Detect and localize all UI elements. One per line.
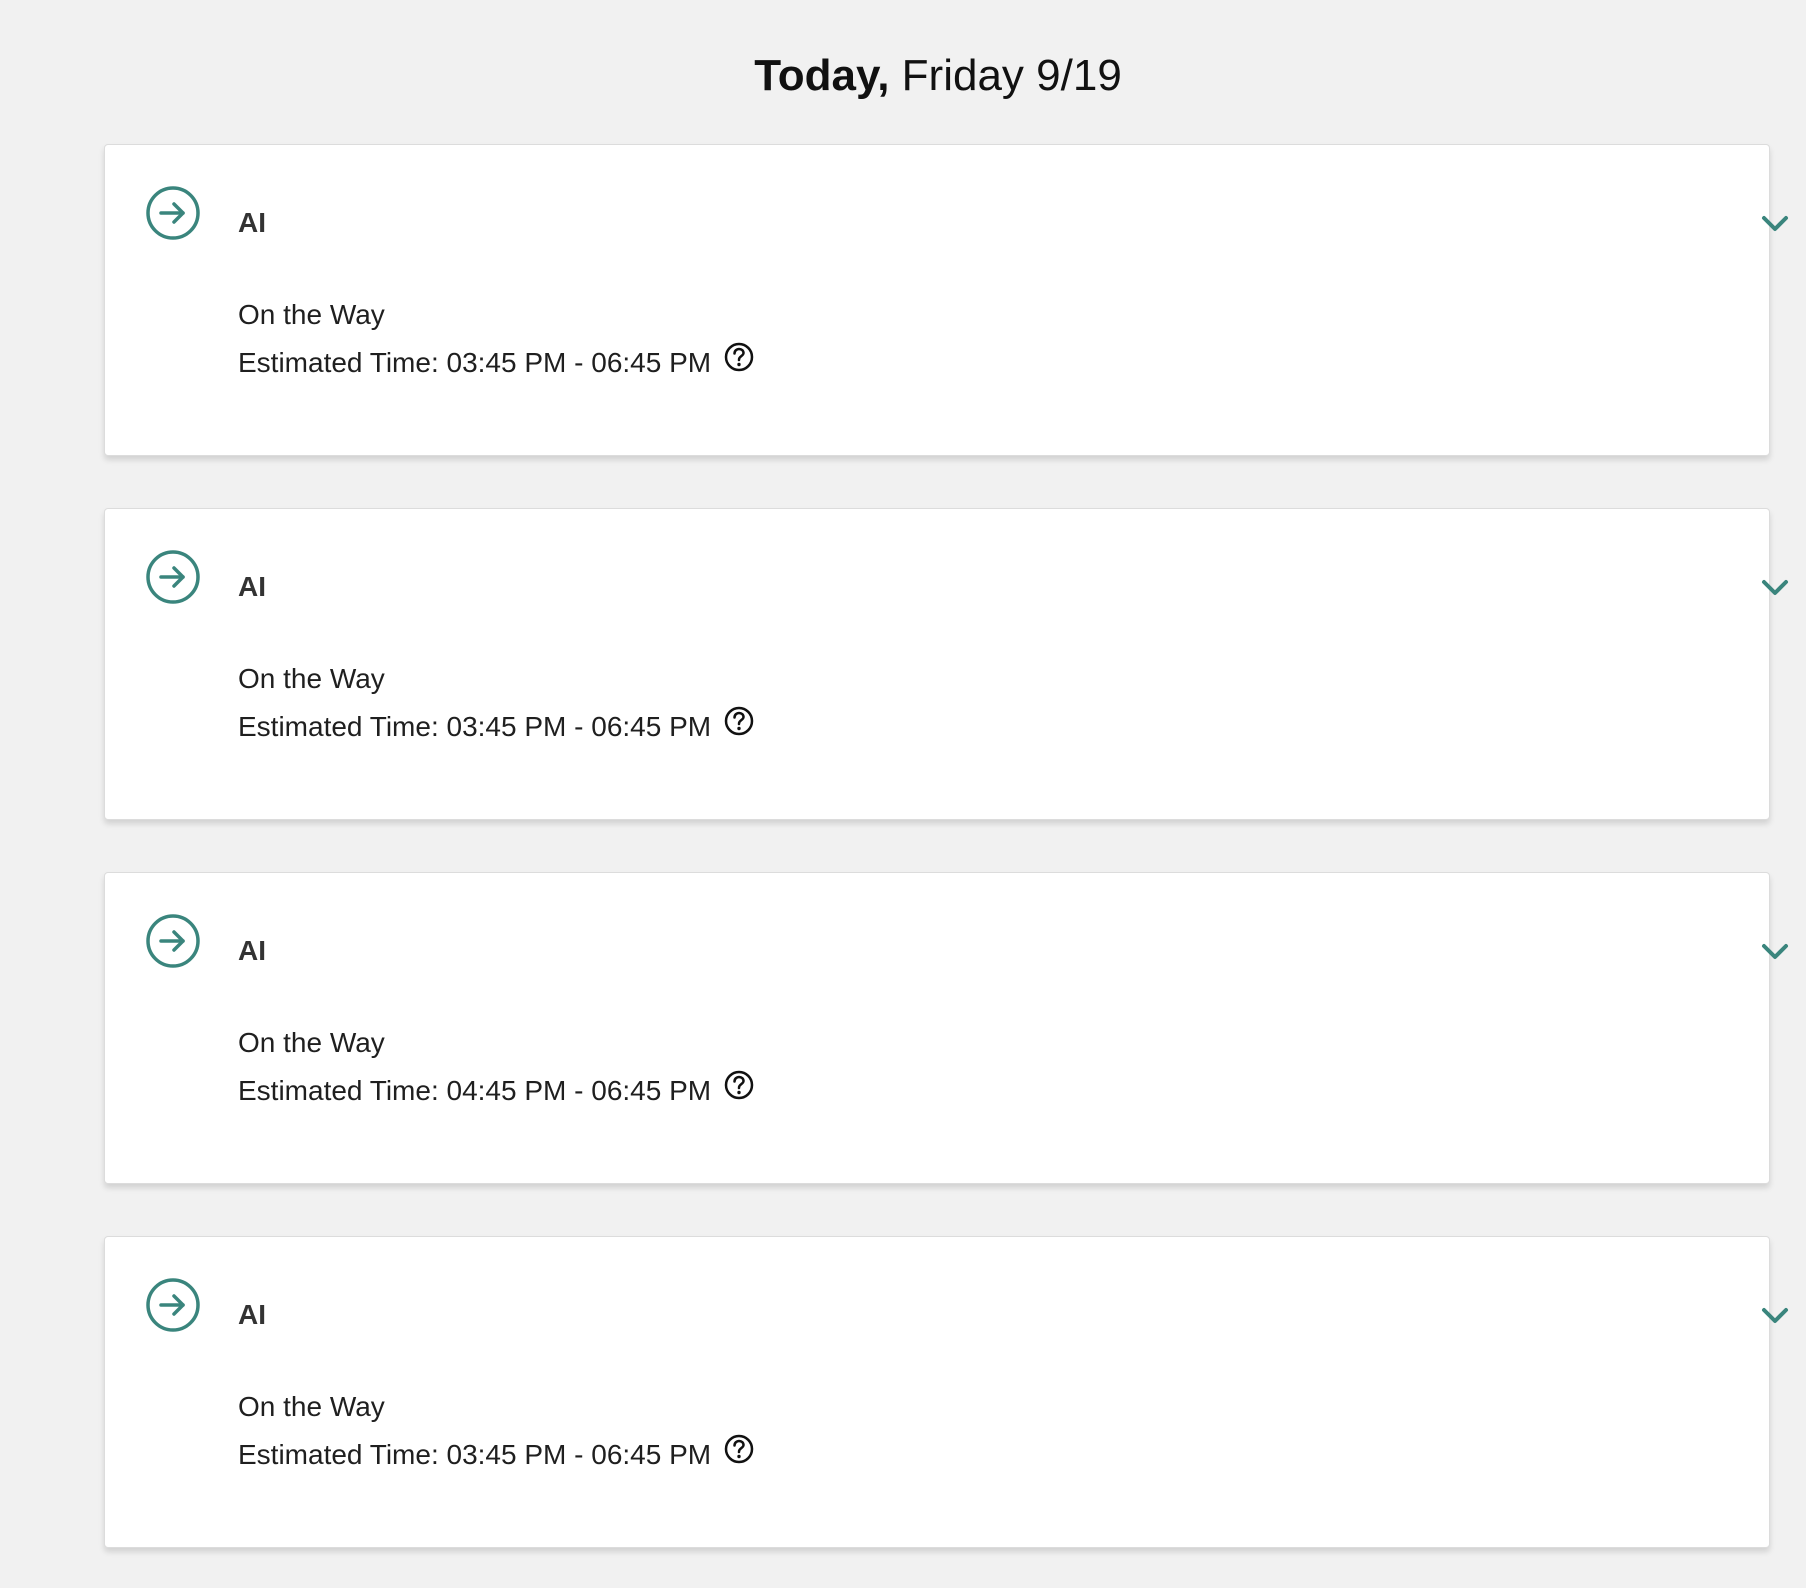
estimated-time: Estimated Time: 03:45 PM - 06:45 PM	[238, 1439, 712, 1470]
card-title: AI	[238, 207, 266, 238]
delivery-card[interactable]: AI On the Way Estimated Time: 03:45 PM -…	[104, 508, 1788, 820]
estimated-time: Estimated Time: 04:45 PM - 06:45 PM	[238, 1075, 712, 1106]
estimated-time-row: Estimated Time: 04:45 PM - 06:45 PM	[238, 1070, 755, 1109]
question-circle-icon[interactable]	[723, 341, 755, 373]
expand-chevron-down-icon[interactable]	[1757, 569, 1793, 605]
delivery-status: On the Way	[238, 1391, 385, 1422]
estimated-time-row: Estimated Time: 03:45 PM - 06:45 PM	[238, 342, 755, 381]
today-label: Today,	[754, 51, 890, 100]
card-title: AI	[238, 571, 266, 602]
expand-chevron-down-icon[interactable]	[1757, 933, 1793, 969]
delivery-status: On the Way	[238, 663, 385, 694]
expand-chevron-down-icon[interactable]	[1757, 1297, 1793, 1333]
arrow-right-circle-icon	[146, 914, 200, 968]
page-title: Today, Friday 9/19	[0, 46, 1806, 106]
date-label: Friday 9/19	[889, 51, 1122, 100]
question-circle-icon[interactable]	[723, 1433, 755, 1465]
question-circle-icon[interactable]	[723, 705, 755, 737]
card-title: AI	[238, 935, 266, 966]
card-title: AI	[238, 1299, 266, 1330]
arrow-right-circle-icon	[146, 1278, 200, 1332]
delivery-card-list: AI On the Way Estimated Time: 03:45 PM -…	[104, 144, 1788, 1548]
question-circle-icon[interactable]	[723, 1069, 755, 1101]
arrow-right-circle-icon	[146, 550, 200, 604]
estimated-time-row: Estimated Time: 03:45 PM - 06:45 PM	[238, 706, 755, 745]
delivery-card[interactable]: AI On the Way Estimated Time: 03:45 PM -…	[104, 144, 1788, 456]
expand-chevron-down-icon[interactable]	[1757, 205, 1793, 241]
estimated-time: Estimated Time: 03:45 PM - 06:45 PM	[238, 347, 712, 378]
delivery-card[interactable]: AI On the Way Estimated Time: 04:45 PM -…	[104, 872, 1788, 1184]
arrow-right-circle-icon	[146, 186, 200, 240]
estimated-time: Estimated Time: 03:45 PM - 06:45 PM	[238, 711, 712, 742]
delivery-card[interactable]: AI On the Way Estimated Time: 03:45 PM -…	[104, 1236, 1788, 1548]
delivery-status: On the Way	[238, 299, 385, 330]
delivery-status: On the Way	[238, 1027, 385, 1058]
estimated-time-row: Estimated Time: 03:45 PM - 06:45 PM	[238, 1434, 755, 1473]
